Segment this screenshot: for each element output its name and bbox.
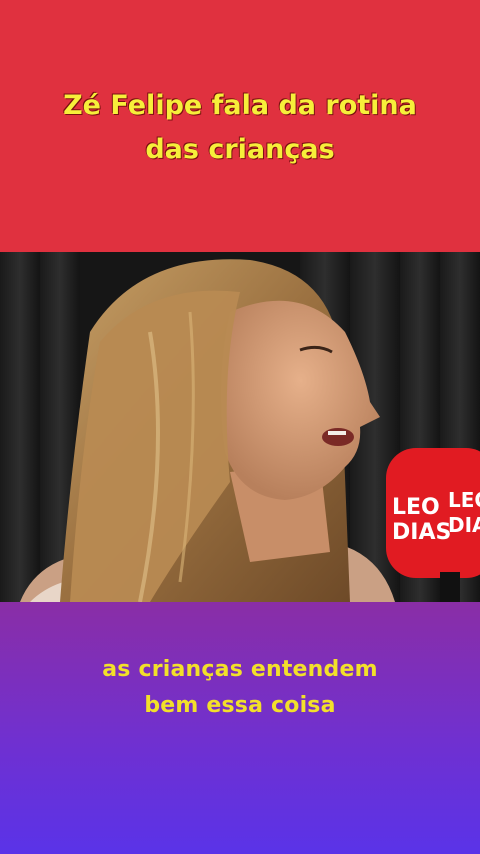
caption-line-1: as crianças entendem (102, 657, 378, 682)
headline-line-2: das crianças (145, 134, 335, 165)
mic-brand-line-1: LEO (392, 495, 440, 520)
video-frame[interactable]: LEO DIAS LEO DIA (0, 252, 480, 602)
bottom-banner: as crianças entendem bem essa coisa (0, 602, 480, 854)
headline-line-1: Zé Felipe fala da rotina (63, 90, 417, 121)
top-banner: Zé Felipe fala da rotina das crianças (0, 0, 480, 252)
headline: Zé Felipe fala da rotina das crianças (20, 84, 460, 172)
video-scene: LEO DIAS LEO DIA (0, 252, 480, 602)
mic-brand-side-line-1: LEO (448, 488, 480, 512)
mic-brand-side-line-2: DIA (448, 513, 480, 537)
caption-line-2: bem essa coisa (144, 693, 336, 718)
mic-brand-line-2: DIAS (392, 520, 451, 545)
subtitle-caption: as crianças entendem bem essa coisa (20, 652, 460, 724)
